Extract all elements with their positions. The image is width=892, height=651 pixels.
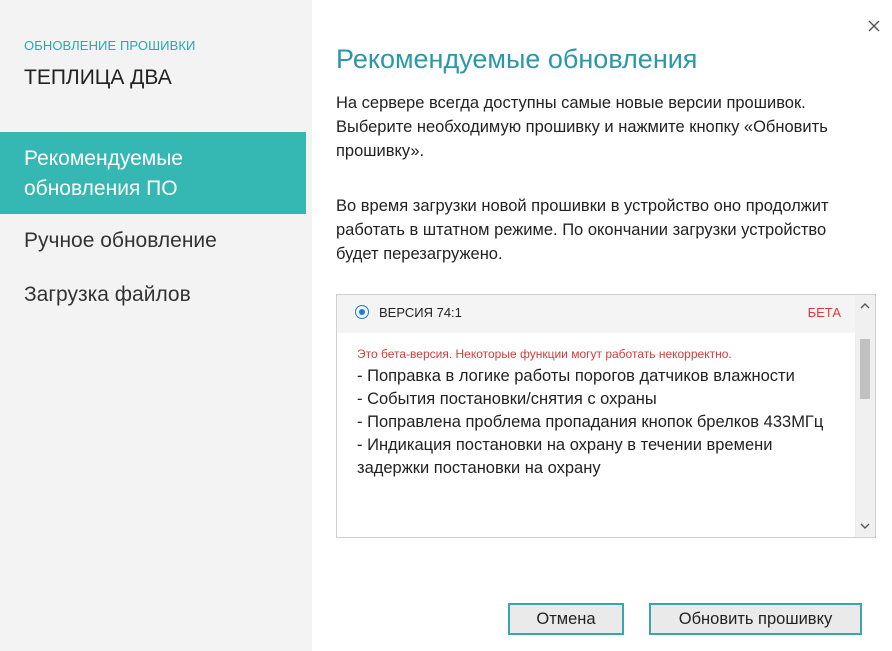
sidebar-item-label: Загрузка файлов: [24, 283, 191, 306]
changelog-item: - Поправлена проблема пропадания кнопок …: [357, 413, 824, 431]
changelog-item: - События постановки/снятия с охраны: [357, 390, 657, 408]
page-title: Рекомендуемые обновления: [336, 44, 698, 74]
close-icon[interactable]: [866, 18, 882, 34]
sidebar-item-label-line1: Рекомендуемые: [24, 147, 183, 170]
sidebar-subtitle: ОБНОВЛЕНИЕ ПРОШИВКИ: [24, 38, 196, 53]
sidebar-item-file-upload[interactable]: Загрузка файлов: [0, 280, 306, 310]
changelog-item: - Поправка в логике работы порогов датчи…: [357, 367, 795, 385]
chevron-down-icon[interactable]: [855, 517, 875, 535]
sidebar-item-label-line2: обновления ПО: [24, 177, 178, 200]
version-details: Это бета-версия. Некоторые функции могут…: [357, 345, 847, 480]
sidebar-item-label: Ручное обновление: [24, 229, 217, 252]
version-item-header[interactable]: ВЕРСИЯ 74:1 БЕТА: [337, 295, 855, 333]
info-paragraph: Во время загрузки новой прошивки в устро…: [336, 197, 829, 263]
beta-badge: БЕТА: [807, 305, 841, 320]
changelog-list: - Поправка в логике работы порогов датчи…: [357, 365, 847, 480]
changelog-item: - Индикация постановки на охрану в течен…: [357, 436, 773, 477]
version-list: ВЕРСИЯ 74:1 БЕТА Это бета-версия. Некото…: [336, 294, 876, 538]
version-label: ВЕРСИЯ 74:1: [379, 305, 462, 320]
update-firmware-button[interactable]: Обновить прошивку: [649, 603, 862, 635]
cancel-button[interactable]: Отмена: [508, 603, 624, 635]
intro-paragraph: На сервере всегда доступны самые новые в…: [336, 94, 828, 160]
scrollbar[interactable]: [855, 295, 875, 537]
beta-warning: Это бета-версия. Некоторые функции могут…: [357, 347, 732, 361]
scrollbar-thumb[interactable]: [860, 339, 870, 399]
sidebar-item-recommended-updates[interactable]: Рекомендуемые обновления ПО: [0, 132, 306, 214]
version-radio[interactable]: [355, 305, 369, 319]
chevron-up-icon[interactable]: [855, 297, 875, 315]
sidebar: ОБНОВЛЕНИЕ ПРОШИВКИ ТЕПЛИЦА ДВА Рекоменд…: [0, 0, 312, 651]
radio-selected-dot: [358, 308, 365, 315]
device-title: ТЕПЛИЦА ДВА: [24, 66, 172, 89]
sidebar-item-manual-update[interactable]: Ручное обновление: [0, 226, 306, 256]
